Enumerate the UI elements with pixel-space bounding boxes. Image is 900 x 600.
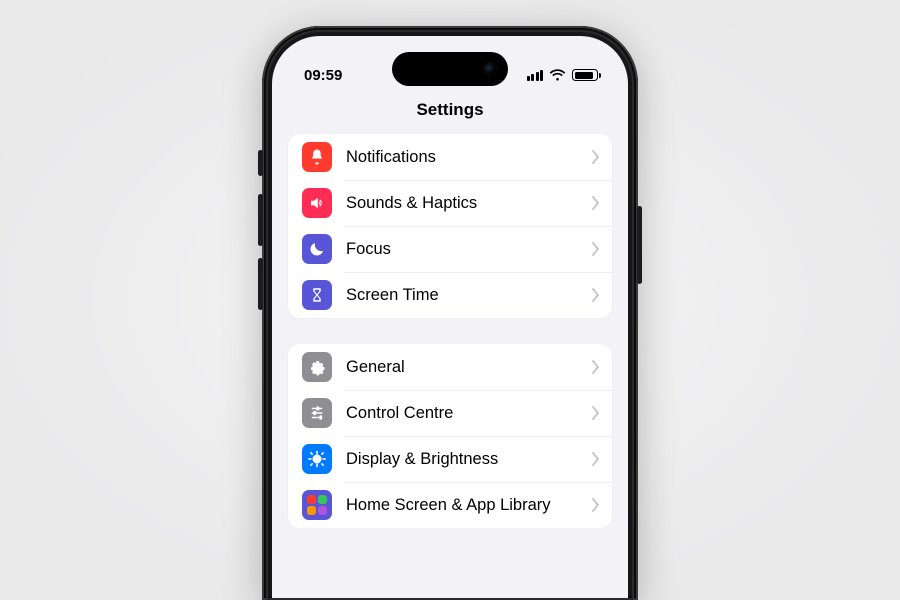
chevron-right-icon xyxy=(592,406,600,420)
chevron-right-icon xyxy=(592,196,600,210)
gear-icon xyxy=(302,352,332,382)
volume-up-button[interactable] xyxy=(258,194,263,246)
dynamic-island xyxy=(392,52,508,86)
settings-row-general[interactable]: General xyxy=(288,344,612,390)
chevron-right-icon xyxy=(592,360,600,374)
cellular-signal-icon xyxy=(527,70,544,81)
chevron-right-icon xyxy=(592,242,600,256)
volume-down-button[interactable] xyxy=(258,258,263,310)
settings-row-sounds[interactable]: Sounds & Haptics xyxy=(288,180,612,226)
settings-row-focus[interactable]: Focus xyxy=(288,226,612,272)
status-time: 09:59 xyxy=(304,67,342,84)
settings-row-display[interactable]: Display & Brightness xyxy=(288,436,612,482)
slider-icon xyxy=(302,398,332,428)
phone-frame: 09:59 Settings Notifications xyxy=(262,26,638,600)
moon-icon xyxy=(302,234,332,264)
row-label: Screen Time xyxy=(346,286,578,305)
settings-row-screentime[interactable]: Screen Time xyxy=(288,272,612,318)
hourglass-icon xyxy=(302,280,332,310)
battery-icon xyxy=(572,69,598,81)
row-label: Focus xyxy=(346,240,578,259)
chevron-right-icon xyxy=(592,452,600,466)
settings-row-homescreen[interactable]: Home Screen & App Library xyxy=(288,482,612,528)
speaker-icon xyxy=(302,188,332,218)
row-label: Control Centre xyxy=(346,404,578,423)
chevron-right-icon xyxy=(592,150,600,164)
power-button[interactable] xyxy=(637,206,642,284)
wifi-icon xyxy=(549,69,566,82)
settings-row-controlcentre[interactable]: Control Centre xyxy=(288,390,612,436)
row-label: General xyxy=(346,358,578,377)
chevron-right-icon xyxy=(592,498,600,512)
settings-row-notifications[interactable]: Notifications xyxy=(288,134,612,180)
chevron-right-icon xyxy=(592,288,600,302)
page-title: Settings xyxy=(272,94,628,134)
row-label: Notifications xyxy=(346,148,578,167)
app-grid-icon xyxy=(302,490,332,520)
row-label: Sounds & Haptics xyxy=(346,194,578,213)
front-camera xyxy=(484,63,496,75)
mute-switch[interactable] xyxy=(258,150,263,176)
bell-icon xyxy=(302,142,332,172)
brightness-icon xyxy=(302,444,332,474)
row-label: Display & Brightness xyxy=(346,450,578,469)
screen: 09:59 Settings Notifications xyxy=(272,36,628,600)
row-label: Home Screen & App Library xyxy=(346,496,578,515)
settings-section-alerts: Notifications Sounds & Haptics Focus xyxy=(288,134,612,318)
settings-section-system: General Control Centre Display & Brightn… xyxy=(288,344,612,528)
